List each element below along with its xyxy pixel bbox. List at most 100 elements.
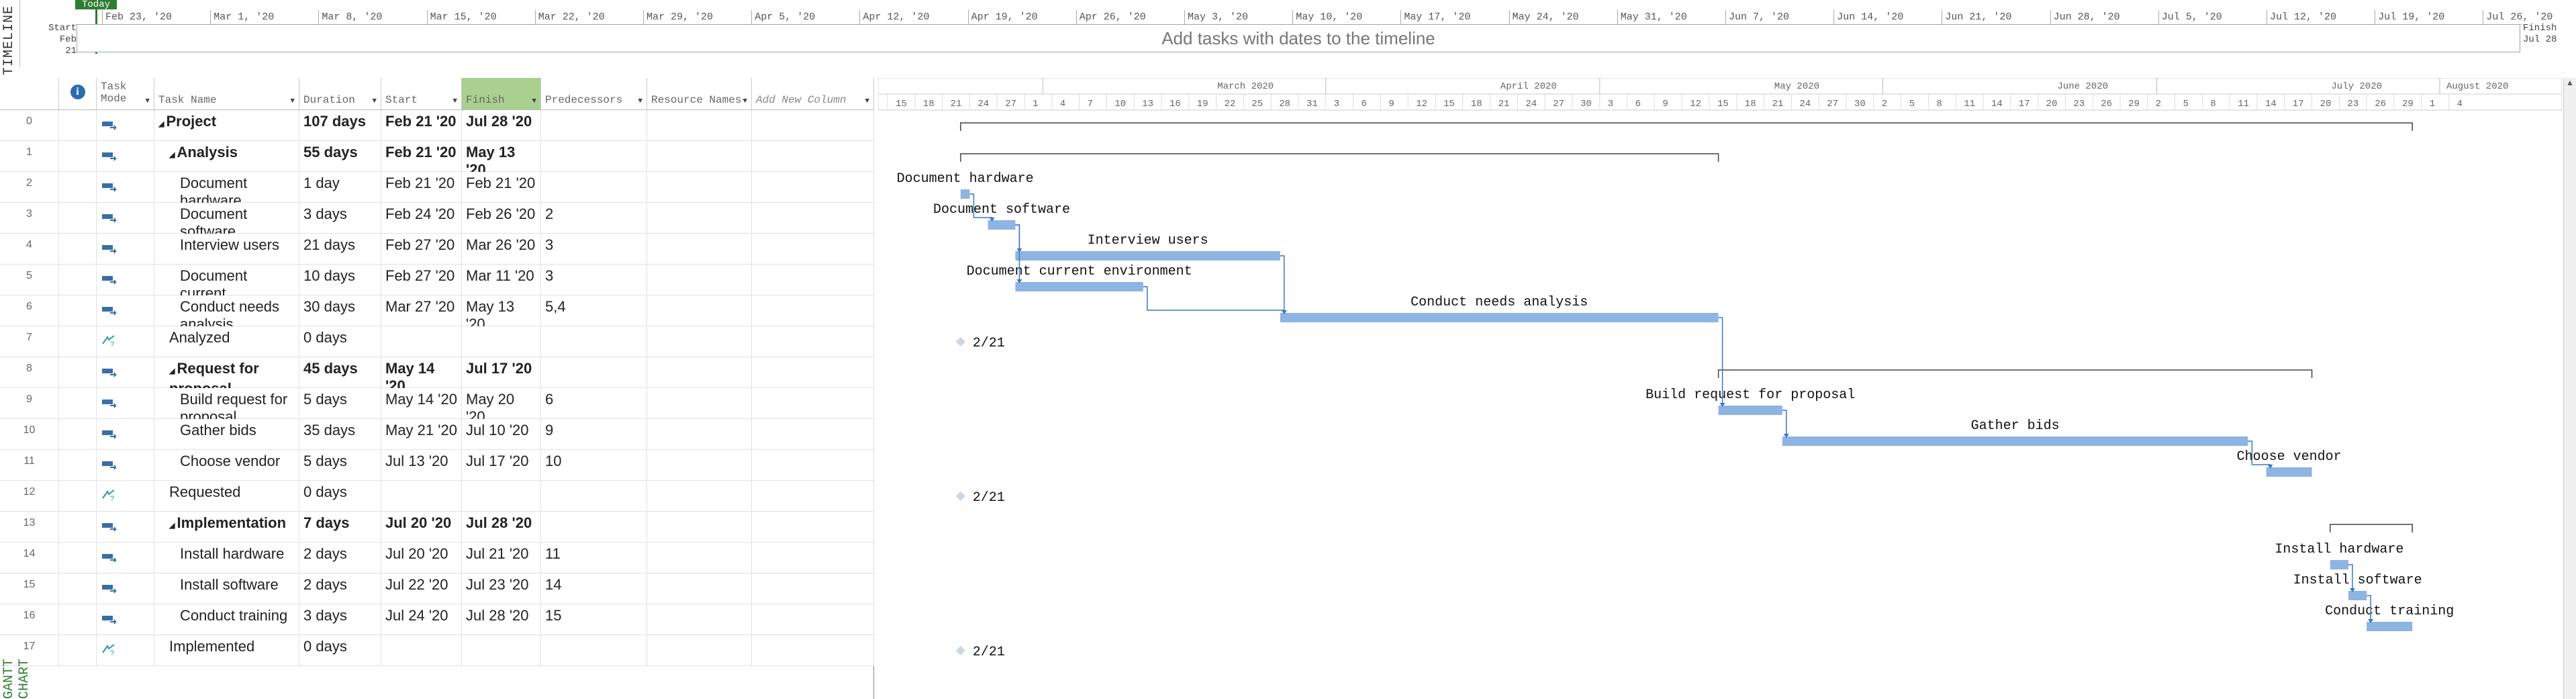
task-mode-cell[interactable] <box>97 357 154 388</box>
task-name-cell[interactable]: Conduct needs analysis <box>154 295 299 326</box>
duration-cell[interactable]: 3 days <box>299 203 381 234</box>
dropdown-icon[interactable]: ▼ <box>290 97 295 105</box>
duration-cell[interactable]: 7 days <box>299 512 381 543</box>
start-cell[interactable]: May 21 '20 <box>381 419 462 450</box>
info-cell[interactable] <box>59 110 97 141</box>
task-row[interactable]: 5 Document current environment 10 daysFeb … <box>0 265 874 295</box>
resource-names-cell[interactable] <box>647 203 752 234</box>
task-mode-cell[interactable] <box>97 419 154 450</box>
info-cell[interactable] <box>59 265 97 295</box>
dropdown-icon[interactable]: ▼ <box>743 97 747 105</box>
info-cell[interactable] <box>59 141 97 172</box>
start-cell[interactable]: Feb 27 '20 <box>381 234 462 265</box>
predecessors-cell[interactable]: 2 <box>541 203 647 234</box>
task-mode-cell[interactable] <box>97 604 154 635</box>
resource-names-cell[interactable] <box>647 635 752 666</box>
dropdown-icon[interactable]: ▼ <box>372 97 377 105</box>
resource-names-cell[interactable] <box>647 481 752 512</box>
info-cell[interactable] <box>59 234 97 265</box>
task-name-cell[interactable]: Document software <box>154 203 299 234</box>
info-cell[interactable] <box>59 543 97 573</box>
start-header[interactable]: Start ▼ <box>381 78 462 110</box>
task-name-cell[interactable]: Implemented <box>154 635 299 666</box>
finish-cell[interactable]: Jul 17 '20 <box>462 357 541 388</box>
start-cell[interactable] <box>381 635 462 666</box>
predecessors-cell[interactable] <box>541 357 647 388</box>
start-cell[interactable]: May 14 '20 <box>381 388 462 419</box>
finish-cell[interactable]: Mar 26 '20 <box>462 234 541 265</box>
duration-cell[interactable]: 21 days <box>299 234 381 265</box>
info-cell[interactable] <box>59 172 97 203</box>
start-cell[interactable]: Jul 13 '20 <box>381 450 462 481</box>
predecessors-cell[interactable]: 3 <box>541 265 647 295</box>
task-row[interactable]: 7? Analyzed 0 days <box>0 326 874 357</box>
info-cell[interactable] <box>59 419 97 450</box>
info-cell[interactable] <box>59 635 97 666</box>
add-column-cell[interactable] <box>752 388 874 419</box>
finish-cell[interactable]: Feb 26 '20 <box>462 203 541 234</box>
add-column-cell[interactable] <box>752 265 874 295</box>
finish-cell[interactable]: May 20 '20 <box>462 388 541 419</box>
scroll-up-icon[interactable]: ▲ <box>2564 78 2576 87</box>
task-mode-cell[interactable] <box>97 141 154 172</box>
info-cell[interactable] <box>59 481 97 512</box>
task-mode-cell[interactable] <box>97 265 154 295</box>
task-row[interactable]: 8◢Request for proposal45 daysMay 14 '20J… <box>0 357 874 388</box>
start-cell[interactable]: Feb 21 '20 <box>381 172 462 203</box>
resource-names-cell[interactable] <box>647 543 752 573</box>
duration-header[interactable]: Duration ▼ <box>299 78 381 110</box>
duration-cell[interactable]: 1 day <box>299 172 381 203</box>
predecessors-cell[interactable]: 10 <box>541 450 647 481</box>
task-row[interactable]: 14 Install hardware 2 days Jul 20 '20 Jul 21… <box>0 543 874 573</box>
resource-names-cell[interactable] <box>647 141 752 172</box>
predecessors-header[interactable]: Predecessors ▼ <box>541 78 647 110</box>
task-row[interactable]: 4 Interview users 21 days Feb 27 '20 Mar 26 … <box>0 234 874 265</box>
add-column-cell[interactable] <box>752 450 874 481</box>
predecessors-cell[interactable]: 9 <box>541 419 647 450</box>
task-name-cell[interactable]: Interview users <box>154 234 299 265</box>
collapse-icon[interactable]: ◢ <box>158 120 164 128</box>
task-name-cell[interactable]: Document current environment <box>154 265 299 295</box>
add-column-cell[interactable] <box>752 635 874 666</box>
start-cell[interactable]: Feb 27 '20 <box>381 265 462 295</box>
resource-names-cell[interactable] <box>647 388 752 419</box>
resource-names-cell[interactable] <box>647 234 752 265</box>
dropdown-icon[interactable]: ▼ <box>638 97 642 105</box>
predecessors-cell[interactable]: 3 <box>541 234 647 265</box>
add-column-cell[interactable] <box>752 172 874 203</box>
task-row[interactable]: 9 Build request for proposal 5 days May 14 … <box>0 388 874 419</box>
info-cell[interactable] <box>59 203 97 234</box>
task-row[interactable]: 0 ◢ Project 107 days Feb 21 '20 Jul 28 '20 <box>0 110 874 141</box>
finish-cell[interactable]: Jul 28 '20 <box>462 110 541 141</box>
start-cell[interactable]: May 14 '20 <box>381 357 462 388</box>
duration-cell[interactable]: 5 days <box>299 388 381 419</box>
predecessors-cell[interactable] <box>541 141 647 172</box>
duration-cell[interactable]: 35 days <box>299 419 381 450</box>
predecessors-cell[interactable]: 14 <box>541 573 647 604</box>
task-name-cell[interactable]: Install software <box>154 573 299 604</box>
info-cell[interactable] <box>59 573 97 604</box>
add-column-cell[interactable] <box>752 543 874 573</box>
add-column-cell[interactable] <box>752 141 874 172</box>
dropdown-icon[interactable]: ▼ <box>532 97 536 105</box>
task-row[interactable]: 13 ◢ Implementation 7 days Jul 20 '20 Jul 28 … <box>0 512 874 543</box>
task-name-cell[interactable]: ◢Request for proposal <box>154 357 299 388</box>
duration-cell[interactable]: 55 days <box>299 141 381 172</box>
task-mode-cell[interactable]: ? <box>97 481 154 512</box>
task-name-cell[interactable]: Requested <box>154 481 299 512</box>
duration-cell[interactable]: 5 days <box>299 450 381 481</box>
start-cell[interactable]: Mar 27 '20 <box>381 295 462 326</box>
duration-cell[interactable]: 2 days <box>299 543 381 573</box>
resource-names-cell[interactable] <box>647 512 752 543</box>
resource-names-cell[interactable] <box>647 172 752 203</box>
add-column-cell[interactable] <box>752 203 874 234</box>
collapse-icon[interactable]: ◢ <box>169 151 175 159</box>
add-column-cell[interactable] <box>752 326 874 357</box>
predecessors-cell[interactable] <box>541 172 647 203</box>
add-column-cell[interactable] <box>752 604 874 635</box>
task-name-cell[interactable]: Build request for proposal <box>154 388 299 419</box>
duration-cell[interactable]: 0 days <box>299 635 381 666</box>
finish-header[interactable]: Finish ▼ <box>462 78 541 110</box>
task-row[interactable]: 6 Conduct needs analysis 30 days Mar 27 '20… <box>0 295 874 326</box>
resource-names-cell[interactable] <box>647 573 752 604</box>
